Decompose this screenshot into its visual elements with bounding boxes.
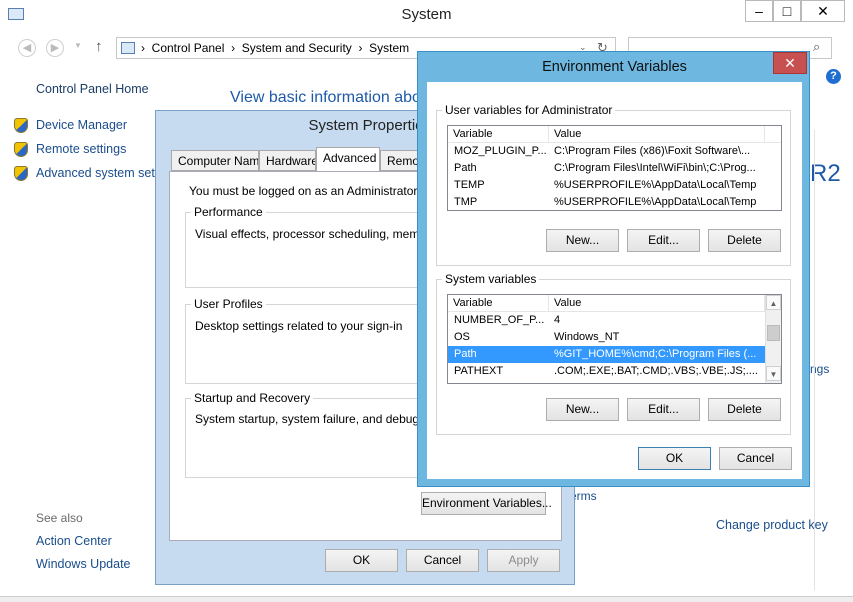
- help-icon[interactable]: ?: [826, 69, 841, 84]
- user-profiles-description: Desktop settings related to your sign-in: [195, 319, 403, 333]
- user-list-header: Variable Value: [448, 126, 781, 143]
- system-variable-row[interactable]: PATHEXT .COM;.EXE;.BAT;.CMD;.VBS;.VBE;.J…: [448, 363, 765, 380]
- user-edit-button[interactable]: Edit...: [627, 229, 700, 252]
- performance-label: Performance: [191, 205, 266, 219]
- change-product-key-link[interactable]: Change product key: [716, 518, 828, 532]
- environment-variables-button[interactable]: Environment Variables...: [421, 492, 552, 515]
- variable-value: %USERPROFILE%\AppData\Local\Temp: [554, 179, 757, 191]
- recent-pages-chevron-icon[interactable]: ▼: [74, 41, 82, 50]
- user-variable-row[interactable]: Path C:\Program Files\Intel\WiFi\bin\;C:…: [448, 160, 781, 177]
- device-manager-link[interactable]: Device Manager: [36, 118, 127, 132]
- breadcrumb-system[interactable]: System: [369, 41, 409, 55]
- back-icon[interactable]: ◀: [18, 39, 36, 57]
- tab-remote[interactable]: Remote: [380, 150, 420, 171]
- windows-update-link[interactable]: Windows Update: [36, 557, 131, 571]
- variable-value: Windows_NT: [554, 331, 620, 343]
- page-heading: View basic information abo: [230, 89, 420, 106]
- tab-hardware[interactable]: Hardware: [259, 150, 316, 171]
- shield-icon: [14, 142, 28, 157]
- breadcrumb-system-and-security[interactable]: System and Security: [242, 41, 352, 55]
- shield-icon: [14, 166, 28, 181]
- breadcrumb-control-panel[interactable]: Control Panel: [152, 41, 225, 55]
- variable-value: C:\Program Files\Intel\WiFi\bin\;C:\Prog…: [554, 162, 756, 174]
- variable-name: TMP: [454, 196, 478, 208]
- environment-variables-cancel-button[interactable]: Cancel: [719, 447, 792, 470]
- variable-name: MOZ_PLUGIN_P...: [454, 145, 547, 157]
- system-list-header: Variable Value: [448, 295, 765, 312]
- user-variables-list[interactable]: Variable Value MOZ_PLUGIN_P... C:\Progra…: [447, 125, 782, 211]
- variable-value: %GIT_HOME%\cmd;C:\Program Files (...: [554, 348, 757, 360]
- address-separator: ›: [358, 41, 363, 55]
- system-variables-label: System variables: [442, 272, 540, 286]
- variable-value: %USERPROFILE%\AppData\Local\Temp: [554, 196, 757, 208]
- system-new-button[interactable]: New...: [546, 398, 619, 421]
- remote-settings-link[interactable]: Remote settings: [36, 142, 126, 156]
- forward-icon[interactable]: ▶: [46, 39, 64, 57]
- environment-variables-dialog: Environment Variables ✕ User variables f…: [417, 51, 810, 487]
- system-variable-row-selected[interactable]: Path %GIT_HOME%\cmd;C:\Program Files (..…: [448, 346, 765, 363]
- action-center-link[interactable]: Action Center: [36, 534, 112, 548]
- column-header-variable[interactable]: Variable: [448, 126, 549, 143]
- system-properties-ok-button[interactable]: OK: [325, 549, 398, 572]
- user-variable-row[interactable]: TEMP %USERPROFILE%\AppData\Local\Temp: [448, 177, 781, 194]
- variable-name: Path: [454, 162, 477, 174]
- system-variables-list[interactable]: Variable Value NUMBER_OF_P... 4 OS Windo…: [447, 294, 782, 384]
- startup-recovery-description: System startup, system failure, and debu…: [195, 412, 455, 426]
- variable-name: NUMBER_OF_P...: [454, 314, 545, 326]
- column-header-value[interactable]: Value: [549, 295, 765, 312]
- system-properties-apply-button: Apply: [487, 549, 560, 572]
- variable-name: Path: [454, 348, 477, 360]
- startup-recovery-label: Startup and Recovery: [191, 391, 314, 405]
- tab-advanced[interactable]: Advanced: [316, 147, 380, 172]
- address-separator: ›: [231, 41, 236, 55]
- tab-computer-name[interactable]: Computer Name: [171, 150, 259, 171]
- performance-description: Visual effects, processor scheduling, me…: [195, 227, 453, 241]
- advanced-system-settings-link[interactable]: Advanced system setti: [36, 166, 156, 180]
- system-window-title: System: [401, 6, 452, 23]
- user-profiles-label: User Profiles: [191, 297, 266, 311]
- up-arrow-icon[interactable]: ↑: [95, 38, 103, 55]
- environment-variables-body: User variables for Administrator Variabl…: [427, 82, 802, 479]
- taskbar-edge: [0, 596, 853, 602]
- maximize-button[interactable]: □: [773, 0, 801, 22]
- system-edit-button[interactable]: Edit...: [627, 398, 700, 421]
- control-panel-icon: [121, 42, 135, 54]
- user-variable-row[interactable]: MOZ_PLUGIN_P... C:\Program Files (x86)\F…: [448, 143, 781, 160]
- system-delete-button[interactable]: Delete: [708, 398, 781, 421]
- change-settings-link-fragment[interactable]: ngs: [810, 362, 829, 376]
- shield-icon: [14, 118, 28, 133]
- user-new-button[interactable]: New...: [546, 229, 619, 252]
- environment-variables-title: Environment Variables: [542, 59, 687, 75]
- column-header-value[interactable]: Value: [549, 126, 765, 143]
- user-variables-label: User variables for Administrator: [442, 103, 616, 117]
- environment-variables-ok-button[interactable]: OK: [638, 447, 711, 470]
- see-also-label: See also: [36, 511, 83, 525]
- admin-notice: You must be logged on as an Administrato…: [189, 184, 451, 198]
- minimize-button[interactable]: –: [745, 0, 773, 22]
- user-delete-button[interactable]: Delete: [708, 229, 781, 252]
- variable-name: PATHEXT: [454, 365, 504, 377]
- system-list-scrollbar[interactable]: ▲ ▼: [765, 295, 781, 383]
- content-divider: [814, 130, 815, 590]
- scroll-up-icon[interactable]: ▲: [766, 295, 781, 310]
- column-header-variable[interactable]: Variable: [448, 295, 549, 312]
- close-dialog-button[interactable]: ✕: [773, 52, 807, 74]
- variable-name: TEMP: [454, 179, 485, 191]
- scroll-down-icon[interactable]: ▼: [766, 366, 781, 381]
- close-window-button[interactable]: ✕: [801, 0, 845, 22]
- address-separator: ›: [141, 41, 145, 55]
- variable-value: C:\Program Files (x86)\Foxit Software\..…: [554, 145, 751, 157]
- system-variable-row[interactable]: OS Windows_NT: [448, 329, 765, 346]
- variable-value: .COM;.EXE;.BAT;.CMD;.VBS;.VBE;.JS;....: [554, 365, 758, 377]
- variable-name: OS: [454, 331, 470, 343]
- search-icon[interactable]: ⌕: [813, 39, 820, 55]
- control-panel-home-link[interactable]: Control Panel Home: [36, 82, 149, 96]
- variable-value: 4: [554, 314, 561, 326]
- scrollbar-thumb[interactable]: [767, 325, 780, 341]
- system-variable-row[interactable]: NUMBER_OF_P... 4: [448, 312, 765, 329]
- system-properties-cancel-button[interactable]: Cancel: [406, 549, 479, 572]
- user-variable-row[interactable]: TMP %USERPROFILE%\AppData\Local\Temp: [448, 194, 781, 210]
